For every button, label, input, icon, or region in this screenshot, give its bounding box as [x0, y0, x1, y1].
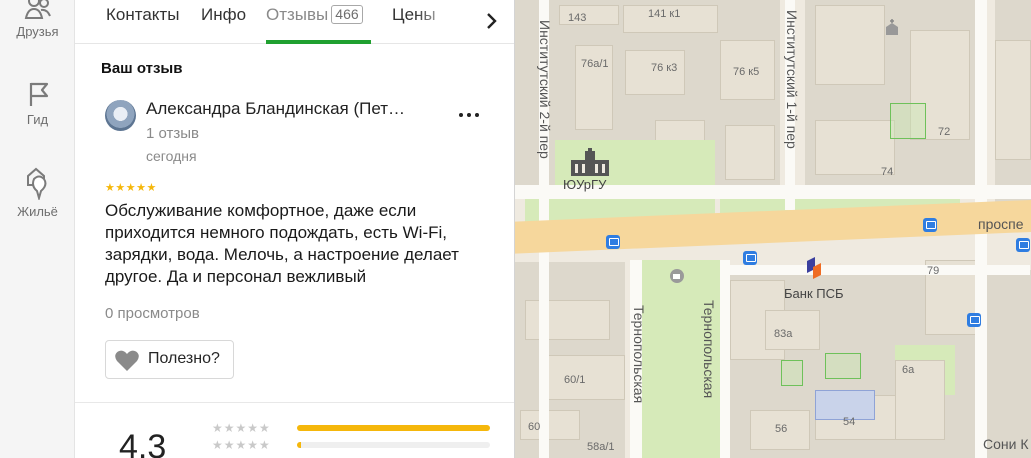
flag-icon — [29, 82, 48, 106]
tab-reviews[interactable]: Отзывы 466 — [266, 5, 363, 25]
average-rating: 4.3 — [119, 428, 167, 458]
map-street-label: Тернопольская — [631, 305, 647, 404]
heart-icon — [115, 350, 139, 371]
more-dot-1 — [459, 113, 463, 117]
rating-row-bar-1 — [297, 425, 490, 431]
map-sportsground — [781, 360, 803, 386]
rating-row-fill-2 — [297, 442, 301, 448]
rating-row-bar-2 — [297, 442, 490, 448]
map-building-number: 58а/1 — [587, 441, 615, 453]
tabs-next-button[interactable] — [480, 8, 504, 34]
review-stars: ★★★★★ — [105, 182, 157, 194]
map-building-number: 79 — [927, 265, 940, 277]
avatar[interactable] — [105, 100, 136, 131]
map-road — [730, 265, 1030, 275]
reviews-count-badge: 466 — [331, 5, 363, 24]
tab-contacts[interactable]: Контакты — [106, 5, 179, 25]
friends-icon — [24, 0, 51, 19]
rail-label-housing: Жильё — [17, 204, 58, 219]
rail-item-friends[interactable]: Друзья — [0, 0, 75, 39]
map-building-number: 141 к1 — [648, 8, 681, 20]
transit-stop-icon[interactable] — [967, 313, 981, 327]
map-sportsground — [825, 353, 861, 379]
author-review-count[interactable]: 1 отзыв — [146, 125, 199, 142]
bank-logo-icon[interactable] — [801, 255, 827, 281]
tab-reviews-label: Отзывы — [266, 5, 329, 24]
useful-button[interactable]: Полезно? — [105, 340, 234, 379]
review-date: сегодня — [146, 148, 197, 164]
review-text: Обслуживание комфортное, даже если прихо… — [105, 201, 459, 286]
rail-label-guide: Гид — [26, 112, 49, 127]
your-review-title: Ваш отзыв — [101, 60, 183, 77]
rail-item-housing[interactable]: Жильё — [0, 166, 75, 219]
map-building-number: 76 к5 — [733, 66, 760, 78]
transit-stop-icon[interactable] — [743, 251, 757, 265]
review-panel: Контакты Инфо Отзывы466 Цены Ф Ваш отзыв… — [75, 0, 515, 458]
map-street-label: проспе — [978, 216, 1024, 232]
left-rail: Друзья Гид Жильё — [0, 0, 75, 458]
section-divider — [75, 402, 515, 403]
map-building-number: 74 — [881, 166, 894, 178]
cafe-icon — [670, 269, 684, 283]
active-tab-indicator — [266, 40, 371, 44]
map-building-number: 60/1 — [564, 374, 586, 386]
bank-label[interactable]: Банк ПСБ — [784, 286, 844, 301]
chevron-right-icon — [487, 13, 497, 29]
map-street-label: Тернопольская — [701, 300, 717, 399]
university-label[interactable]: ЮУрГУ — [563, 177, 606, 192]
tab-info[interactable]: Инфо — [201, 5, 246, 25]
transit-stop-icon[interactable] — [923, 218, 937, 232]
map-sportsground — [890, 103, 926, 139]
map[interactable]: 143 141 к1 76а/1 76 к3 76 к5 72 74 79 83… — [515, 0, 1031, 458]
church-icon — [886, 19, 898, 35]
rating-row-stars-2: ★★★★★ — [212, 438, 271, 452]
map-building-number: 54 — [843, 416, 856, 428]
map-building-number: 56 — [775, 423, 788, 435]
map-building-number: 76 к3 — [651, 62, 678, 74]
rating-row-stars-1: ★★★★★ — [212, 421, 271, 435]
map-building — [815, 5, 885, 85]
more-options-button[interactable] — [459, 110, 481, 120]
review-views: 0 просмотров — [105, 305, 200, 322]
university-icon — [571, 148, 609, 176]
map-building-number: 60 — [528, 421, 541, 433]
map-building-number: 72 — [938, 126, 951, 138]
map-building — [725, 125, 775, 180]
tab-bar: Контакты Инфо Отзывы466 Цены Ф — [75, 0, 515, 44]
map-building-number: 83а — [774, 328, 793, 340]
map-building-number: 76а/1 — [581, 58, 609, 70]
useful-label: Полезно? — [148, 350, 220, 367]
rail-item-guide[interactable]: Гид — [0, 80, 75, 127]
more-dot-3 — [475, 113, 479, 117]
transit-stop-icon[interactable] — [1016, 238, 1030, 252]
map-block — [990, 270, 1031, 458]
rail-label-friends: Друзья — [16, 24, 59, 39]
rating-row-fill-1 — [297, 425, 490, 431]
tab-fade — [415, 0, 475, 43]
map-building-number: 143 — [568, 12, 587, 24]
map-street-label: Институтский 1-й пер — [784, 10, 800, 149]
map-street-label: Сони К — [983, 436, 1029, 452]
more-dot-2 — [467, 113, 471, 117]
housing-icon — [26, 167, 46, 200]
transit-stop-icon[interactable] — [606, 235, 620, 249]
author-name[interactable]: Александра Бландинская (Пет… — [146, 99, 426, 119]
map-building-number: 6а — [902, 364, 915, 376]
map-road — [720, 260, 730, 458]
map-building — [525, 300, 610, 340]
map-street-label: Институтский 2-й пер — [537, 20, 553, 159]
map-building — [995, 40, 1031, 160]
